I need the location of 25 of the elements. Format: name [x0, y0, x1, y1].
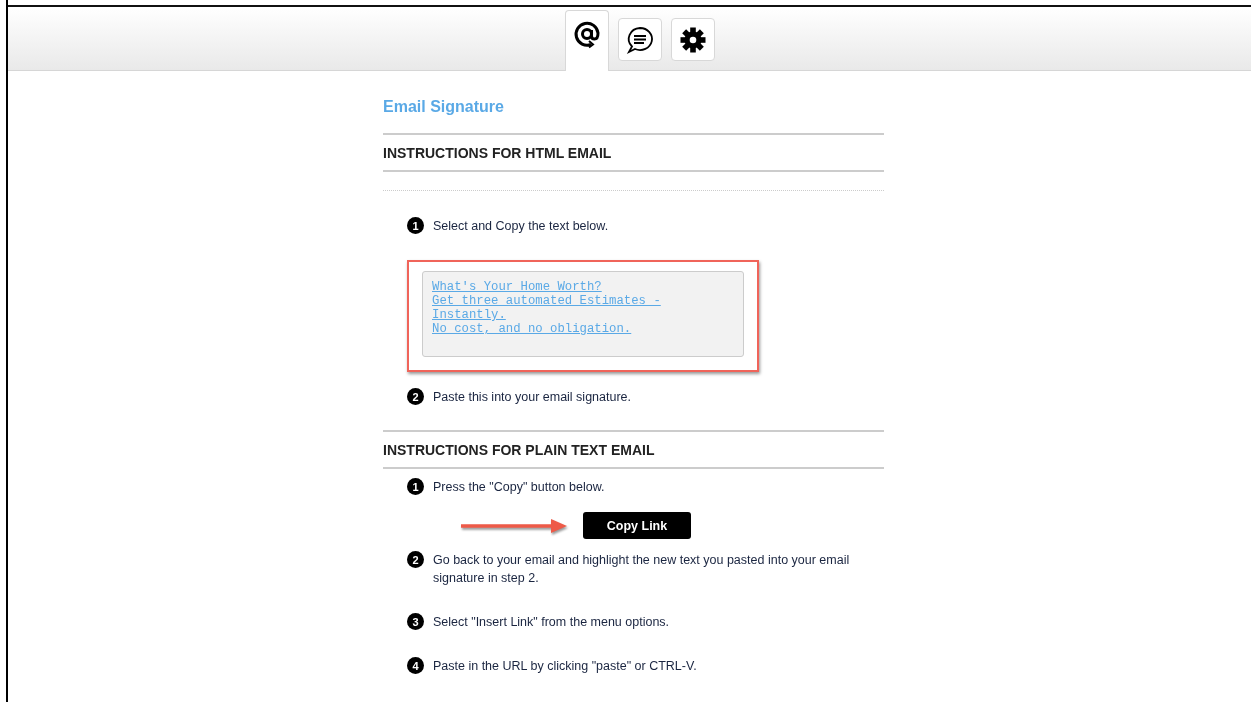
step-text: Select "Insert Link" from the menu options. — [433, 614, 671, 631]
page-title: Email Signature — [383, 98, 505, 116]
step-number: 1 — [407, 478, 424, 495]
signature-link[interactable]: What's Your Home Worth? — [432, 280, 732, 294]
step-number: 1 — [407, 217, 424, 234]
step-number: 3 — [407, 613, 424, 630]
step-number: 2 — [407, 551, 424, 568]
step-text: Paste this into your email signature. — [433, 389, 633, 406]
step-number: 2 — [407, 388, 424, 405]
signature-link[interactable]: No cost, and no obligation. — [432, 322, 732, 336]
section-heading: INSTRUCTIONS FOR HTML EMAIL — [383, 144, 613, 163]
code-box[interactable]: What's Your Home Worth? Get three automated Estimates - Instantly. No cost, and no obligation. — [422, 271, 744, 357]
step-text: Select and Copy the text below. — [433, 218, 610, 235]
step-number: 4 — [407, 657, 424, 674]
tab[interactable] — [564, 10, 609, 71]
step-text: Press the "Copy" button below. — [433, 479, 606, 496]
step-text: Paste in the URL by clicking "paste" or CTRL-V. — [433, 658, 698, 675]
settings-icon — [678, 25, 707, 54]
step-text: Go back to your email and highlight the new text you pasted into your email signature in step 2. — [433, 552, 851, 587]
speech-bubble-icon — [624, 24, 655, 55]
signature-link[interactable]: Get three automated Estimates - Instantly. — [432, 294, 732, 322]
tab[interactable] — [617, 18, 662, 61]
copy-link-button[interactable]: Copy Link — [583, 512, 691, 539]
tab[interactable] — [670, 18, 715, 61]
section-heading: INSTRUCTIONS FOR PLAIN TEXT EMAIL — [383, 441, 656, 460]
